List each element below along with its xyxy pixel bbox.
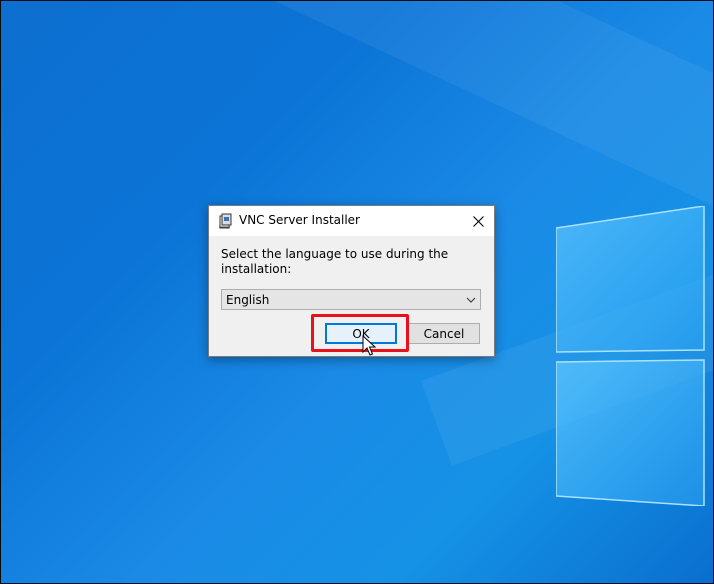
windows-logo: [556, 206, 705, 506]
mouse-cursor-icon: [362, 335, 376, 356]
dialog-titlebar[interactable]: VNC Server Installer: [209, 206, 494, 236]
language-select-value: English: [226, 293, 270, 307]
language-select[interactable]: English: [221, 289, 481, 310]
close-icon: [472, 215, 484, 227]
dialog-title: VNC Server Installer: [239, 213, 360, 227]
language-prompt: Select the language to use during the in…: [221, 247, 449, 276]
installer-icon: [219, 213, 232, 229]
close-button[interactable]: [462, 206, 494, 236]
cancel-button[interactable]: Cancel: [408, 323, 480, 344]
desktop-background: VNC Server Installer Select the language…: [0, 0, 714, 584]
chevron-down-icon: [466, 297, 476, 303]
ok-button-highlight: [311, 314, 409, 352]
